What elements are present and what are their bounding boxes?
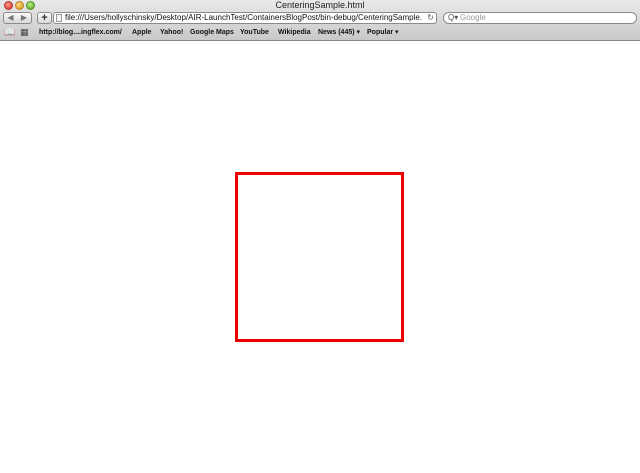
window-title: CenteringSample.html	[275, 0, 365, 10]
search-placeholder: Google	[460, 13, 486, 22]
bottom-artifact	[0, 467, 640, 473]
bookmark-popular-menu[interactable]: Popular ▾	[367, 28, 399, 37]
bookmark-apple[interactable]: Apple	[132, 28, 151, 37]
browser-chrome: CenteringSample.html ◀ ▶ + file:///Users…	[0, 0, 640, 41]
page-content	[0, 41, 640, 473]
bookmark-yahoo[interactable]: Yahoo!	[160, 28, 183, 37]
toolbar: ◀ ▶ + file:///Users/hollyschinsky/Deskto…	[0, 12, 640, 26]
centered-red-box	[235, 172, 404, 342]
bookmark-news-menu[interactable]: News (445) ▾	[318, 28, 360, 37]
bookmark-blog[interactable]: http://blog....ingflex.com/	[39, 28, 122, 37]
search-field[interactable]: Q▾ Google	[443, 12, 637, 24]
address-bar[interactable]: file:///Users/hollyschinsky/Desktop/AIR-…	[53, 12, 437, 24]
page-icon	[56, 14, 62, 22]
add-bookmark-button[interactable]: +	[37, 12, 52, 24]
title-bar: CenteringSample.html	[0, 0, 640, 11]
reload-icon[interactable]: ↻	[427, 13, 434, 23]
book-icon[interactable]: 📖	[4, 27, 15, 37]
bookmarks-bar: 📖 ▦ http://blog....ingflex.com/ Apple Ya…	[0, 26, 640, 40]
bookmark-youtube[interactable]: YouTube	[240, 28, 269, 37]
address-input[interactable]: file:///Users/hollyschinsky/Desktop/AIR-…	[65, 13, 422, 23]
back-button[interactable]: ◀	[3, 12, 18, 24]
top-sites-grid-icon[interactable]: ▦	[20, 27, 29, 37]
search-icon[interactable]: Q▾	[448, 13, 458, 23]
bookmark-google-maps[interactable]: Google Maps	[190, 28, 234, 37]
bookmark-wikipedia[interactable]: Wikipedia	[278, 28, 311, 37]
forward-button[interactable]: ▶	[17, 12, 32, 24]
